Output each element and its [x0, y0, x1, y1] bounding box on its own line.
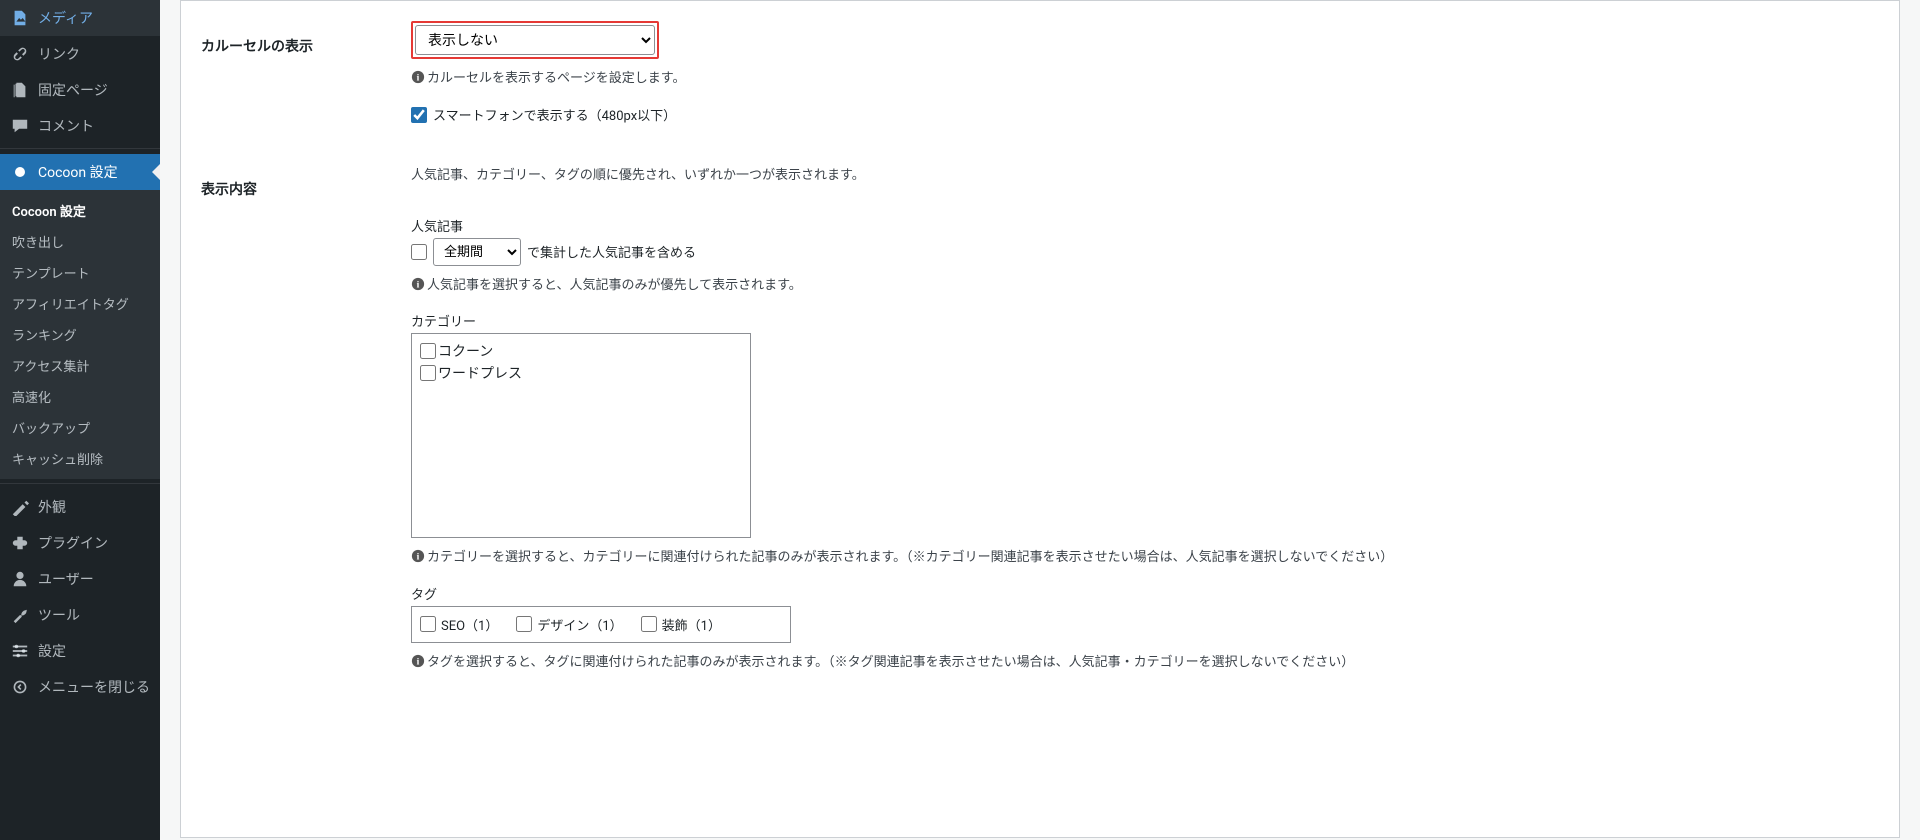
- tag-hint: i タグを選択すると、タグに関連付けられた記事のみが表示されます。（※タグ関連記…: [411, 651, 1879, 674]
- tag-select-box[interactable]: SEO（1） デザイン（1） 装飾（1）: [411, 606, 791, 643]
- category-item[interactable]: ワードプレス: [420, 362, 742, 384]
- category-checkbox[interactable]: [420, 365, 436, 381]
- popular-include-checkbox[interactable]: [411, 244, 427, 260]
- category-legend: カテゴリー: [411, 311, 1879, 330]
- submenu-item-テンプレート[interactable]: テンプレート: [0, 257, 160, 288]
- admin-sidebar: メディアリンク固定ページコメント Cocoon 設定 Cocoon 設定吹き出し…: [0, 0, 160, 840]
- field-hint: i カルーセルを表示するページを設定します。: [411, 67, 1879, 90]
- info-icon: i: [411, 548, 425, 562]
- sidebar-item-外観[interactable]: 外観: [0, 489, 160, 525]
- sidebar-item-label: コメント: [38, 116, 94, 136]
- highlighted-select: 表示しない: [411, 21, 659, 59]
- settings-icon: [10, 641, 30, 661]
- sidebar-item-固定ページ[interactable]: 固定ページ: [0, 72, 160, 108]
- row-carousel-display: カルーセルの表示 表示しない i カルーセルを表示するページを設定します。 スマ…: [181, 1, 1899, 139]
- category-checkbox[interactable]: [420, 343, 436, 359]
- sidebar-item-label: リンク: [38, 44, 80, 64]
- sidebar-item-プラグイン[interactable]: プラグイン: [0, 525, 160, 561]
- tag-label: 装飾（1）: [662, 615, 721, 634]
- submenu-item-アフィリエイトタグ[interactable]: アフィリエイトタグ: [0, 288, 160, 319]
- info-icon: i: [411, 653, 425, 667]
- sidebar-item-label: プラグイン: [38, 533, 108, 553]
- submenu-item-高速化[interactable]: 高速化: [0, 381, 160, 412]
- tag-label: デザイン（1）: [537, 615, 622, 634]
- tag-checkbox[interactable]: [516, 616, 532, 632]
- sidebar-item-label: 固定ページ: [38, 80, 108, 100]
- sidebar-item-cocoon-settings[interactable]: Cocoon 設定: [0, 154, 160, 190]
- sidebar-separator: [0, 479, 160, 484]
- comment-icon: [10, 116, 30, 136]
- popular-period-select[interactable]: 全期間: [433, 238, 521, 266]
- tag-checkbox[interactable]: [641, 616, 657, 632]
- category-hint: i カテゴリーを選択すると、カテゴリーに関連付けられた記事のみが表示されます。（…: [411, 546, 1879, 569]
- popular-legend: 人気記事: [411, 216, 1879, 235]
- tag-legend: タグ: [411, 584, 1879, 603]
- link-icon: [10, 44, 30, 64]
- field-label: 表示内容: [201, 164, 401, 674]
- svg-text:i: i: [417, 656, 420, 667]
- sidebar-item-label: Cocoon 設定: [38, 162, 118, 182]
- submenu-item-吹き出し[interactable]: 吹き出し: [0, 226, 160, 257]
- users-icon: [10, 569, 30, 589]
- appearance-icon: [10, 497, 30, 517]
- field-label: カルーセルの表示: [201, 21, 401, 124]
- sidebar-item-label: メディア: [38, 8, 93, 28]
- sidebar-item-label: メニューを閉じる: [38, 677, 150, 697]
- sidebar-item-ツール[interactable]: ツール: [0, 597, 160, 633]
- submenu-item-ランキング[interactable]: ランキング: [0, 319, 160, 350]
- sidebar-item-label: 外観: [38, 497, 66, 517]
- sidebar-item-コメント[interactable]: コメント: [0, 108, 160, 144]
- field-intro: 人気記事、カテゴリー、タグの順に優先され、いずれか一つが表示されます。: [411, 164, 1879, 187]
- sidebar-separator: [0, 144, 160, 149]
- svg-text:i: i: [417, 279, 420, 290]
- info-icon: i: [411, 276, 425, 290]
- category-label: ワードプレス: [438, 363, 522, 383]
- tag-checkbox[interactable]: [420, 616, 436, 632]
- sidebar-item-label: ユーザー: [38, 569, 94, 589]
- submenu-item-バックアップ[interactable]: バックアップ: [0, 412, 160, 443]
- carousel-display-select[interactable]: 表示しない: [415, 25, 655, 55]
- popular-period-suffix: で集計した人気記事を含める: [527, 242, 696, 261]
- category-item[interactable]: コクーン: [420, 340, 742, 362]
- settings-panel: カルーセルの表示 表示しない i カルーセルを表示するページを設定します。 スマ…: [180, 0, 1900, 838]
- svg-text:i: i: [417, 552, 420, 563]
- plugin-icon: [10, 533, 30, 553]
- sidebar-item-label: 設定: [38, 641, 66, 661]
- info-icon: i: [411, 69, 425, 83]
- tools-icon: [10, 605, 30, 625]
- cocoon-icon: [10, 162, 30, 182]
- collapse-icon: [10, 677, 30, 697]
- row-display-content: 表示内容 人気記事、カテゴリー、タグの順に優先され、いずれか一つが表示されます。…: [181, 139, 1899, 689]
- submenu-item-Cocoon 設定[interactable]: Cocoon 設定: [0, 195, 160, 226]
- popular-period-row: 全期間 で集計した人気記事を含める: [411, 238, 1879, 266]
- tag-item[interactable]: デザイン（1）: [516, 615, 622, 634]
- sidebar-item-設定[interactable]: 設定: [0, 633, 160, 669]
- smartphone-display-input[interactable]: [411, 107, 427, 123]
- sidebar-item-label: ツール: [38, 605, 80, 625]
- sidebar-item-ユーザー[interactable]: ユーザー: [0, 561, 160, 597]
- category-label: コクーン: [438, 341, 493, 361]
- sidebar-collapse[interactable]: メニューを閉じる: [0, 669, 160, 705]
- sidebar-item-メディア[interactable]: メディア: [0, 0, 160, 36]
- category-select-box[interactable]: コクーンワードプレス: [411, 333, 751, 538]
- tag-item[interactable]: SEO（1）: [420, 615, 498, 634]
- sidebar-item-リンク[interactable]: リンク: [0, 36, 160, 72]
- smartphone-display-checkbox[interactable]: スマートフォンで表示する（480px以下）: [411, 105, 1879, 124]
- media-icon: [10, 8, 30, 28]
- tag-item[interactable]: 装飾（1）: [641, 615, 721, 634]
- sidebar-submenu: Cocoon 設定吹き出しテンプレートアフィリエイトタグランキングアクセス集計高…: [0, 190, 160, 479]
- popular-hint: i 人気記事を選択すると、人気記事のみが優先して表示されます。: [411, 274, 1879, 297]
- svg-text:i: i: [417, 73, 420, 84]
- submenu-item-キャッシュ削除[interactable]: キャッシュ削除: [0, 443, 160, 474]
- content-area: カルーセルの表示 表示しない i カルーセルを表示するページを設定します。 スマ…: [160, 0, 1920, 840]
- page-icon: [10, 80, 30, 100]
- submenu-item-アクセス集計[interactable]: アクセス集計: [0, 350, 160, 381]
- tag-label: SEO（1）: [441, 615, 498, 634]
